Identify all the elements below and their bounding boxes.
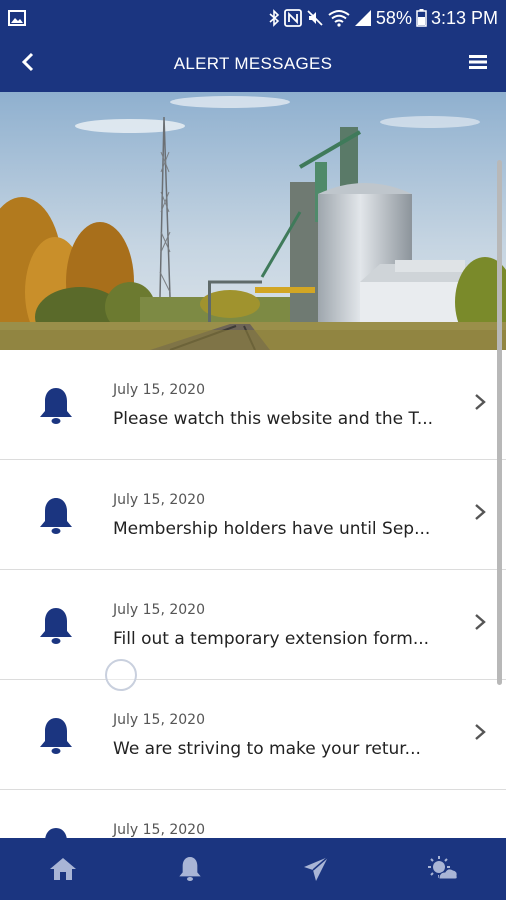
status-bar: 58% 3:13 PM <box>0 0 506 36</box>
send-icon <box>304 856 329 881</box>
alert-row[interactable]: July 15, 2020 <box>0 790 506 838</box>
alert-message: Membership holders have until Sep... <box>113 519 431 539</box>
battery-percentage: 58% <box>375 7 412 28</box>
alert-date: July 15, 2020 <box>113 602 205 618</box>
nav-alerts-button[interactable] <box>160 838 220 900</box>
image-icon <box>8 10 26 26</box>
alert-message: We are striving to make your retur... <box>113 739 421 759</box>
grain-elevator-photo <box>0 92 506 350</box>
page-title: ALERT MESSAGES <box>173 54 333 73</box>
status-time: 3:13 PM <box>430 7 498 28</box>
bottom-nav <box>0 838 506 900</box>
nfc-icon <box>284 9 302 27</box>
menu-button[interactable] <box>464 50 492 78</box>
wifi-icon <box>328 9 350 27</box>
bell-icon <box>40 608 72 644</box>
bell-icon <box>40 498 72 534</box>
chevron-left-icon <box>21 52 35 76</box>
hero-image <box>0 92 506 350</box>
alert-list: July 15, 2020 Please watch this website … <box>0 350 506 838</box>
home-icon <box>50 858 77 880</box>
signal-icon <box>354 9 372 27</box>
alert-date: July 15, 2020 <box>113 492 205 508</box>
alert-date: July 15, 2020 <box>113 712 205 728</box>
app-bar: ALERT MESSAGES <box>0 36 506 92</box>
alert-row[interactable]: July 15, 2020 Fill out a temporary exten… <box>0 570 506 680</box>
chevron-right-icon <box>475 724 486 740</box>
alert-row[interactable]: July 15, 2020 Please watch this website … <box>0 350 506 460</box>
alert-date: July 15, 2020 <box>113 382 205 398</box>
bell-icon <box>40 718 72 754</box>
back-button[interactable] <box>14 50 42 78</box>
scrollbar[interactable] <box>497 160 502 685</box>
alert-message: Fill out a temporary extension form... <box>113 629 430 649</box>
chevron-right-icon <box>475 504 486 520</box>
touch-indicator <box>105 659 137 691</box>
bell-icon <box>40 388 72 424</box>
alert-date: July 15, 2020 <box>113 822 205 838</box>
battery-icon <box>416 9 427 27</box>
nav-home-button[interactable] <box>33 838 93 900</box>
bell-icon <box>179 857 201 881</box>
bluetooth-icon <box>268 9 280 27</box>
chevron-right-icon <box>475 614 486 630</box>
weather-icon <box>427 856 458 880</box>
nav-send-button[interactable] <box>286 838 346 900</box>
chevron-right-icon <box>475 394 486 410</box>
hamburger-menu-icon <box>469 54 487 74</box>
mute-icon <box>306 9 324 27</box>
alert-row[interactable]: July 15, 2020 We are striving to make yo… <box>0 680 506 790</box>
alert-message: Please watch this website and the T... <box>113 409 434 429</box>
bell-icon <box>45 828 67 838</box>
nav-weather-button[interactable] <box>413 838 473 900</box>
alert-row[interactable]: July 15, 2020 Membership holders have un… <box>0 460 506 570</box>
